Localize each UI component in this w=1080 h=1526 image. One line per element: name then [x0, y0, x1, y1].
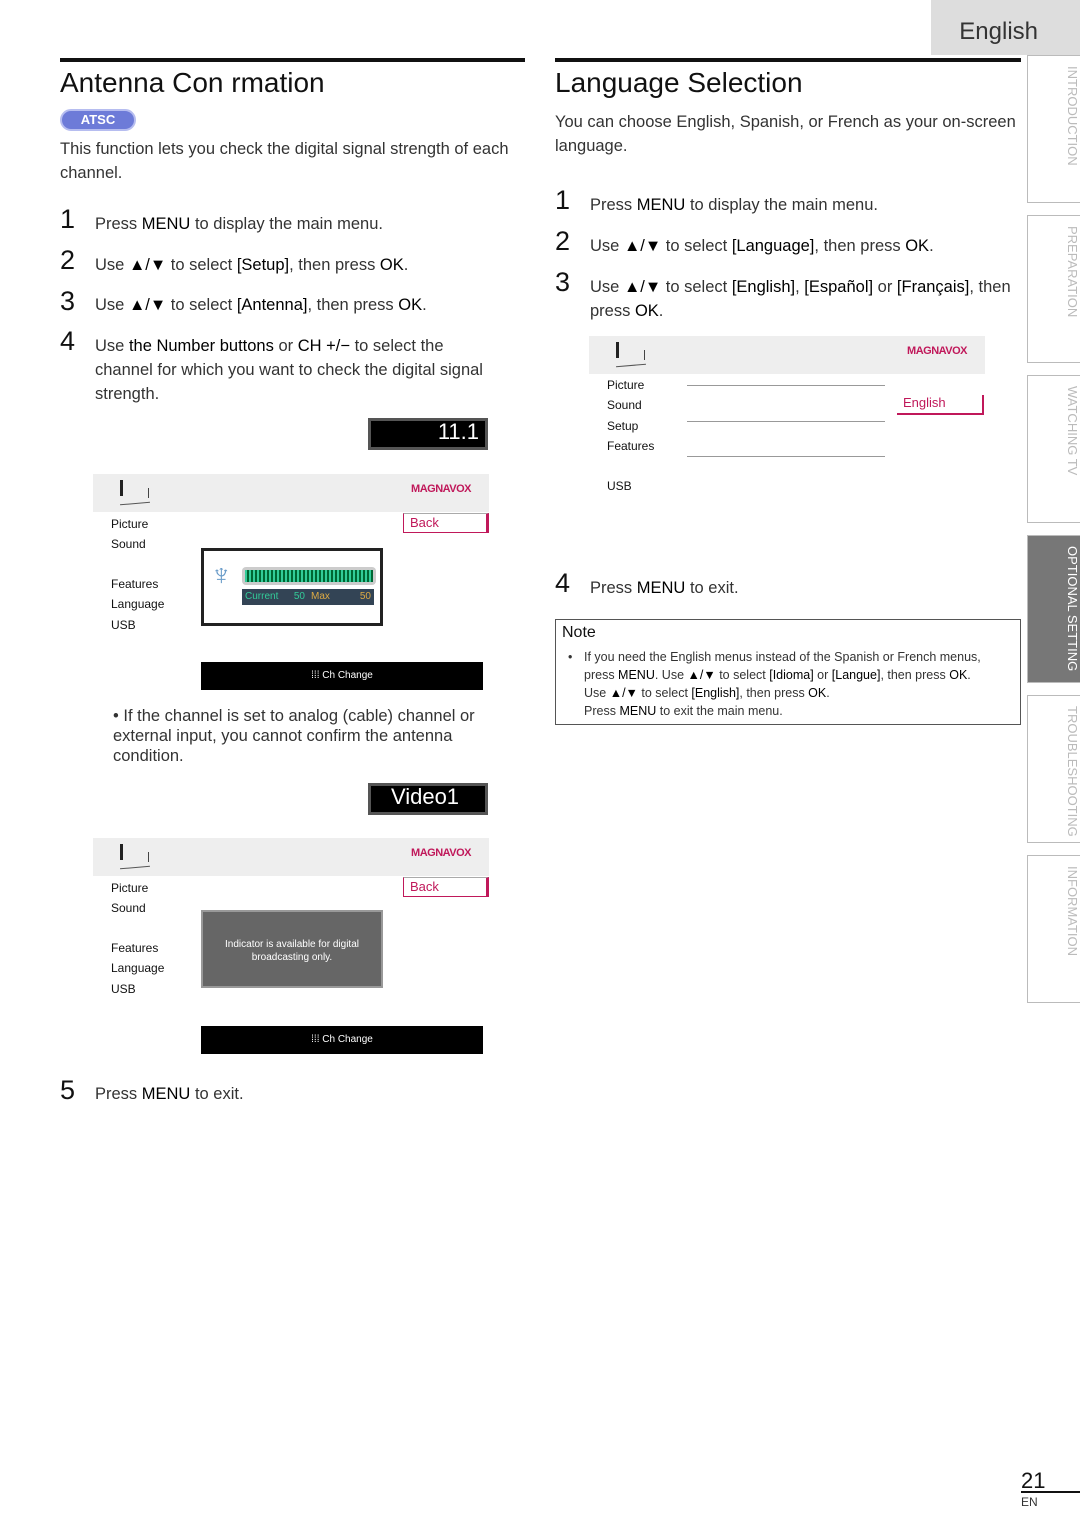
- menu-item: Sound: [111, 537, 146, 551]
- magnavox-logo: MAGNAVOX: [411, 847, 471, 859]
- step-text: Press MENU to exit.: [95, 1085, 244, 1103]
- tv-screen-analog: MAGNAVOX Picture Sound Features Language…: [93, 838, 489, 1058]
- magnavox-logo: MAGNAVOX: [907, 345, 967, 357]
- magnavox-logo: MAGNAVOX: [411, 483, 471, 495]
- menu-item: Sound: [607, 398, 642, 412]
- step-text: Use ▲/▼ to select [Language], then press…: [590, 237, 934, 255]
- menu-item: Language: [111, 597, 165, 611]
- step-text: Use ▲/▼ to select [English], [Español] o…: [590, 278, 1011, 320]
- atsc-badge: ATSC: [60, 109, 136, 131]
- ch-change-bar: ⁞⁞⁞ Ch Change: [201, 662, 483, 690]
- tv-screen-antenna: MAGNAVOX Picture Sound Features Language…: [93, 474, 489, 694]
- menu-item: Picture: [607, 378, 645, 392]
- tab-optional-setting[interactable]: OPTIONAL SETTING: [1027, 535, 1080, 683]
- step-number: 4: [555, 568, 571, 598]
- menu-item: Setup: [607, 419, 639, 433]
- step-number: 3: [555, 267, 571, 297]
- tv-screen-language: MAGNAVOX Picture Sound Setup Features US…: [589, 336, 985, 506]
- tab-preparation[interactable]: PREPARATION: [1027, 215, 1080, 363]
- menu-item: USB: [111, 982, 136, 996]
- divider: [60, 58, 525, 62]
- step-text: Use ▲/▼ to select [Antenna], then press …: [95, 296, 427, 314]
- signal-meter: [242, 567, 376, 585]
- divider: [555, 58, 1021, 62]
- step-text: Use the Number buttons or CH +/− to sele…: [95, 337, 483, 403]
- antenna-tower-icon: ♆: [210, 559, 233, 592]
- step-number: 4: [60, 326, 76, 356]
- menu-item: Features: [607, 439, 655, 453]
- menu-item: USB: [607, 479, 632, 493]
- section-title: Language Selection: [555, 67, 803, 98]
- language-tab: English: [931, 0, 1080, 55]
- signal-strength-panel: ♆ Current 50 Max 50: [201, 548, 383, 626]
- channel-display: Video1: [368, 783, 488, 815]
- step-number: 2: [555, 226, 571, 256]
- back-button: Back: [403, 877, 489, 897]
- menu-item: Language: [111, 961, 165, 975]
- step-number: 1: [555, 185, 571, 215]
- section-title: Antenna Con rmation: [60, 67, 325, 98]
- note-box: Note If you need the English menus inste…: [555, 619, 1021, 725]
- tab-watching-tv[interactable]: WATCHING TV: [1027, 375, 1080, 523]
- language-option-selected: English: [897, 395, 984, 415]
- tab-information[interactable]: INFORMATION: [1027, 855, 1080, 1003]
- ch-change-bar: ⁞⁞⁞ Ch Change: [201, 1026, 483, 1054]
- note-title: Note: [562, 624, 596, 641]
- channel-display: 11.1: [368, 418, 488, 450]
- menu-item: Features: [111, 577, 159, 591]
- step-text: Press MENU to exit.: [590, 579, 739, 597]
- page-lang: EN: [1021, 1495, 1038, 1509]
- step-number: 3: [60, 286, 76, 316]
- step-text: Press MENU to display the main menu.: [590, 196, 878, 214]
- tab-introduction[interactable]: INTRODUCTION: [1027, 55, 1080, 203]
- menu-item: Features: [111, 941, 159, 955]
- note-text: If you need the English menus instead of…: [562, 648, 1014, 720]
- step-number: 1: [60, 204, 76, 234]
- menu-item: Sound: [111, 901, 146, 915]
- bullet-note: • If the channel is set to analog (cable…: [113, 707, 475, 765]
- menu-item: USB: [111, 618, 136, 632]
- step-number: 2: [60, 245, 76, 275]
- step-text: Press MENU to display the main menu.: [95, 215, 383, 233]
- intro-text: You can choose English, Spanish, or Fren…: [555, 113, 1016, 155]
- menu-item: Picture: [111, 881, 149, 895]
- unavailable-message: Indicator is available for digital broad…: [201, 910, 383, 988]
- step-text: Use ▲/▼ to select [Setup], then press OK…: [95, 256, 409, 274]
- intro-text: This function lets you check the digital…: [60, 140, 509, 182]
- menu-item: Picture: [111, 517, 149, 531]
- back-button: Back: [403, 513, 489, 533]
- step-number: 5: [60, 1075, 76, 1105]
- tab-troubleshooting[interactable]: TROUBLESHOOTING: [1027, 695, 1080, 843]
